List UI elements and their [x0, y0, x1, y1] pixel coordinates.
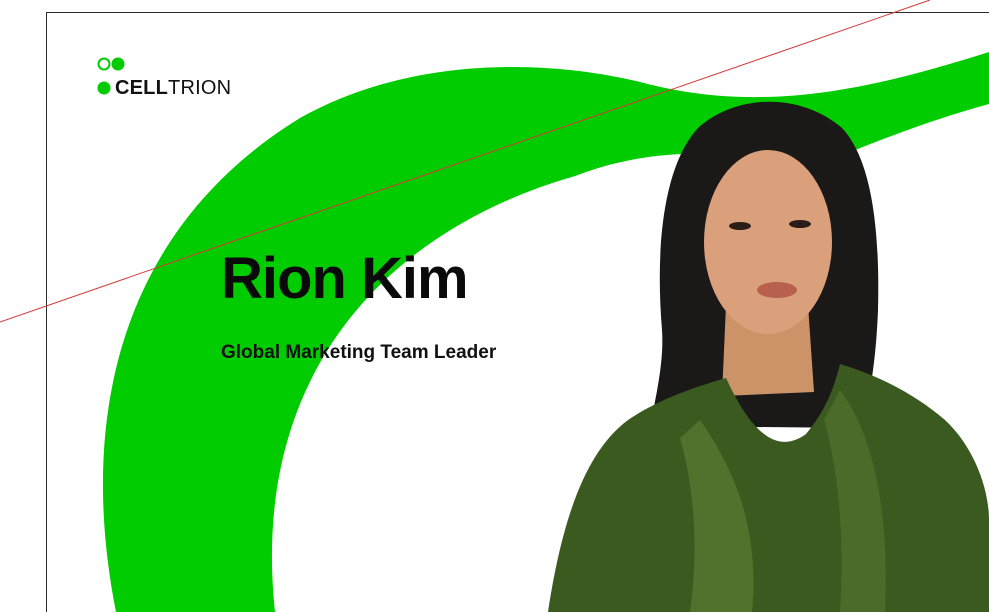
profile-slide: CELLTRION Rion Kim Global Marketing Team…	[0, 0, 989, 612]
person-title: Global Marketing Team Leader	[221, 342, 497, 363]
face-shape	[704, 150, 832, 334]
logo-wordmark-bold: CELL	[115, 77, 169, 99]
logo-wordmark-light: TRION	[168, 77, 232, 99]
logo-wordmark: CELLTRION	[115, 78, 231, 98]
person-name: Rion Kim	[221, 246, 469, 311]
celltrion-logo: CELLTRION	[97, 57, 247, 101]
right-eye	[789, 220, 811, 228]
left-eye	[729, 222, 751, 230]
lips-shape	[757, 282, 797, 298]
